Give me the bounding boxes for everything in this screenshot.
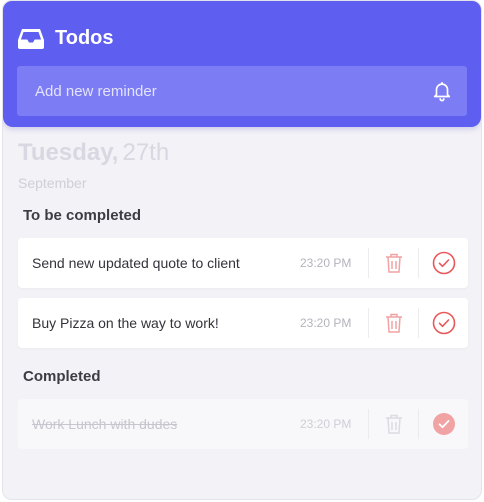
date-weekday: Tuesday, xyxy=(18,139,119,166)
section-title-pending: To be completed xyxy=(23,207,142,224)
check-circle-filled-icon[interactable] xyxy=(432,412,456,436)
check-circle-icon[interactable] xyxy=(432,251,456,275)
app-title: Todos xyxy=(55,26,114,49)
inbox-icon xyxy=(18,29,44,49)
complete-button[interactable] xyxy=(419,298,468,348)
app-header: Todos xyxy=(3,1,481,127)
todo-item-completed[interactable]: Work Lunch with dudes 23:20 PM xyxy=(18,399,468,449)
new-reminder-box[interactable] xyxy=(17,66,467,116)
trash-icon[interactable] xyxy=(384,413,404,435)
date-month: September xyxy=(18,175,87,191)
delete-button[interactable] xyxy=(369,238,418,288)
date-line: Tuesday, 27th xyxy=(18,139,466,167)
todo-item[interactable]: Send new updated quote to client 23:20 P… xyxy=(18,238,468,288)
todo-text[interactable]: Buy Pizza on the way to work! xyxy=(18,315,300,331)
trash-icon[interactable] xyxy=(384,252,404,274)
todo-time: 23:20 PM xyxy=(300,256,352,270)
date-day: 27th xyxy=(122,139,170,166)
todo-text[interactable]: Work Lunch with dudes xyxy=(18,416,300,432)
delete-button[interactable] xyxy=(369,298,418,348)
todo-app: Todos Tuesday, 27th September To be comp… xyxy=(2,0,482,500)
section-title-completed: Completed xyxy=(23,368,101,385)
todo-time: 23:20 PM xyxy=(300,417,352,431)
uncomplete-button[interactable] xyxy=(419,399,468,449)
todo-time: 23:20 PM xyxy=(300,316,352,330)
brand: Todos xyxy=(17,21,467,55)
check-circle-icon[interactable] xyxy=(432,311,456,335)
trash-icon[interactable] xyxy=(384,312,404,334)
date-display: Tuesday, 27th September xyxy=(3,127,481,191)
delete-button[interactable] xyxy=(369,399,418,449)
bell-icon[interactable] xyxy=(431,80,453,102)
todo-item[interactable]: Buy Pizza on the way to work! 23:20 PM xyxy=(18,298,468,348)
todo-text[interactable]: Send new updated quote to client xyxy=(18,255,300,271)
new-reminder-input[interactable] xyxy=(35,82,431,100)
complete-button[interactable] xyxy=(419,238,468,288)
